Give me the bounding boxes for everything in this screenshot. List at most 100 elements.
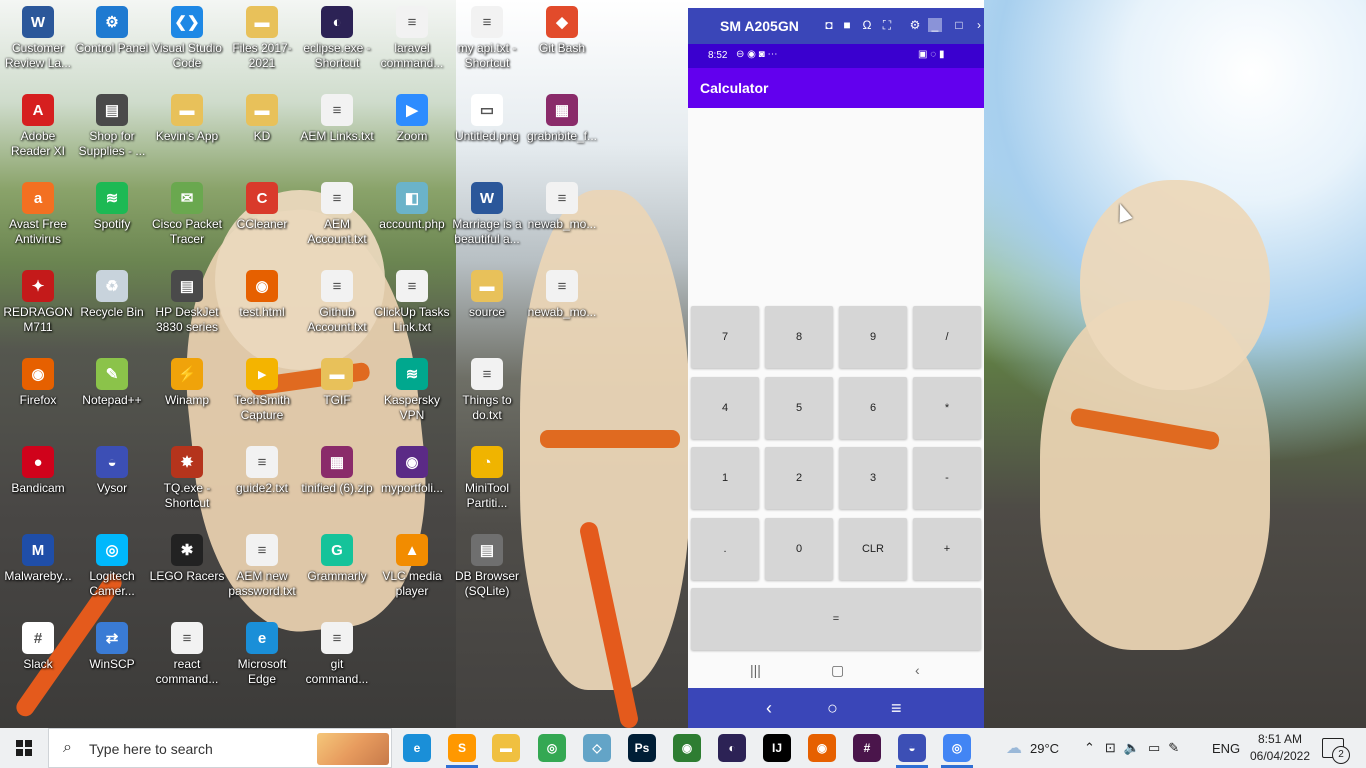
desktop-icon[interactable]: ≡ AEM Account.txt: [299, 182, 375, 247]
key-equals[interactable]: =: [691, 588, 981, 650]
calculator-key[interactable]: 3: [839, 447, 907, 509]
vysor-home-icon[interactable]: ○: [827, 698, 838, 719]
battery-icon[interactable]: ▭: [1148, 740, 1160, 756]
vysor-back-icon[interactable]: ‹: [766, 698, 772, 719]
desktop-icon[interactable]: ▤ DB Browser (SQLite): [449, 534, 525, 599]
calculator-key[interactable]: 5: [765, 376, 833, 439]
sublime-taskbar-icon[interactable]: S: [448, 734, 476, 762]
vysor-window[interactable]: SM A205GN ◘ ■ Ω ⛶ ⚙ _ □ › 8:52 ⊖ ◉ ◙ ⋯ ▣…: [688, 8, 984, 728]
recent-apps-icon[interactable]: |||: [750, 662, 761, 678]
desktop-icon[interactable]: ≡ guide2.txt: [224, 446, 300, 496]
desktop-icon[interactable]: ◧ account.php: [374, 182, 450, 232]
desktop-icon[interactable]: ≡ newab_mo...: [524, 270, 600, 320]
settings-icon[interactable]: ⚙: [908, 18, 922, 32]
desktop-icon[interactable]: ✎ Notepad++: [74, 358, 150, 408]
firefox-taskbar-icon[interactable]: ◉: [808, 734, 836, 762]
desktop-icon[interactable]: ≋ Kaspersky VPN: [374, 358, 450, 423]
usb-icon[interactable]: ⊡: [1105, 740, 1116, 756]
desktop-icon[interactable]: ▭ Untitled.png: [449, 94, 525, 144]
file-explorer-taskbar-icon[interactable]: ▬: [492, 734, 520, 762]
desktop-icon[interactable]: ⚙ Control Panel: [74, 6, 150, 56]
calculator-key[interactable]: 1: [691, 447, 759, 509]
desktop-icon[interactable]: ◉ Firefox: [0, 358, 76, 408]
calculator-key[interactable]: -: [913, 447, 981, 509]
chrome-taskbar-icon[interactable]: ◎: [538, 734, 566, 762]
desktop-icon[interactable]: ≡ Github Account.txt: [299, 270, 375, 335]
eclipse-taskbar-icon[interactable]: ◐: [718, 734, 746, 762]
desktop-icon[interactable]: ≡ Things to do.txt: [449, 358, 525, 423]
system-clock[interactable]: 8:51 AM 06/04/2022: [1244, 731, 1316, 765]
desktop-icon[interactable]: ✸ TQ.exe - Shortcut: [149, 446, 225, 511]
desktop-icon[interactable]: ◐ eclipse.exe - Shortcut: [299, 6, 375, 71]
desktop-icon[interactable]: ◒ Vysor: [74, 446, 150, 496]
headphones-icon[interactable]: Ω: [860, 18, 874, 32]
camera-icon[interactable]: ◘: [822, 18, 836, 32]
calculator-key[interactable]: +: [913, 517, 981, 580]
desktop-icon[interactable]: ⚡ Winamp: [149, 358, 225, 408]
desktop-icon[interactable]: ▬ Kevin's App: [149, 94, 225, 144]
calculator-key[interactable]: 9: [839, 306, 907, 368]
desktop-icon[interactable]: e Microsoft Edge: [224, 622, 300, 687]
desktop-icon[interactable]: ≡ laravel command...: [374, 6, 450, 71]
desktop-icon[interactable]: ▲ VLC media player: [374, 534, 450, 599]
edge-taskbar-icon[interactable]: e: [403, 734, 431, 762]
desktop-icon[interactable]: ▬ source: [449, 270, 525, 320]
home-icon[interactable]: ▢: [831, 662, 844, 679]
desktop-icon[interactable]: ❮❯ Visual Studio Code: [149, 6, 225, 71]
desktop-icon[interactable]: M Malwareby...: [0, 534, 76, 584]
photoshop-taskbar-icon[interactable]: Ps: [628, 734, 656, 762]
desktop-icon[interactable]: ≡ ClickUp Tasks Link.txt: [374, 270, 450, 335]
vysor-menu-icon[interactable]: ≡: [891, 698, 902, 719]
desktop-icon[interactable]: ▶ Zoom: [374, 94, 450, 144]
pen-icon[interactable]: ✎: [1168, 740, 1179, 756]
chevron-up-icon[interactable]: ⌃: [1084, 740, 1095, 756]
desktop-icon[interactable]: ◉ test.html: [224, 270, 300, 320]
desktop-icon[interactable]: ⇄ WinSCP: [74, 622, 150, 672]
desktop-icon[interactable]: ▦ grabnbite_f...: [524, 94, 600, 144]
desktop-icon[interactable]: ♻ Recycle Bin: [74, 270, 150, 320]
desktop-icon[interactable]: ◉ myportfoli...: [374, 446, 450, 496]
chrome2-taskbar-icon[interactable]: ◎: [943, 734, 971, 762]
desktop-icon[interactable]: ≡ AEM new password.txt: [224, 534, 300, 599]
calculator-key[interactable]: 2: [765, 447, 833, 509]
desktop-icon[interactable]: a Avast Free Antivirus: [0, 182, 76, 247]
desktop-icon[interactable]: ◎ Logitech Camer...: [74, 534, 150, 599]
desktop-icon[interactable]: ≋ Spotify: [74, 182, 150, 232]
desktop-icon[interactable]: # Slack: [0, 622, 76, 672]
desktop-icon[interactable]: ≡ AEM Links.txt: [299, 94, 375, 144]
language-indicator[interactable]: ENG: [1212, 728, 1240, 768]
desktop-icon[interactable]: ✱ LEGO Racers: [149, 534, 225, 584]
maps-taskbar-icon[interactable]: ◉: [673, 734, 701, 762]
desktop-icon[interactable]: ▤ HP DeskJet 3830 series: [149, 270, 225, 335]
calculator-key[interactable]: 7: [691, 306, 759, 368]
video-icon[interactable]: ■: [840, 18, 854, 32]
calculator-key[interactable]: 6: [839, 376, 907, 439]
calculator-key[interactable]: *: [913, 376, 981, 439]
desktop-icon[interactable]: W Customer Review La...: [0, 6, 76, 71]
desktop-icon[interactable]: C CCleaner: [224, 182, 300, 232]
minimize-icon[interactable]: _: [928, 18, 942, 32]
desktop-icon[interactable]: ≡ my api.txt - Shortcut: [449, 6, 525, 71]
desktop-icon[interactable]: ◔ MiniTool Partiti...: [449, 446, 525, 511]
desktop-icon[interactable]: ▦ tinified (6).zip: [299, 446, 375, 496]
calculator-key[interactable]: CLR: [839, 517, 907, 580]
desktop-icon[interactable]: ▸ TechSmith Capture: [224, 358, 300, 423]
desktop-icon[interactable]: W Marriage is a beautiful a...: [449, 182, 525, 247]
volume-icon[interactable]: 🔈: [1124, 740, 1140, 756]
desktop-icon[interactable]: ▬ Files 2017-2021: [224, 6, 300, 71]
vysor-title-bar[interactable]: SM A205GN ◘ ■ Ω ⛶ ⚙ _ □ ›: [688, 8, 984, 44]
calculator-key[interactable]: .: [691, 517, 759, 580]
close-icon[interactable]: ›: [972, 18, 986, 32]
weather-widget[interactable]: ☁ 29°C: [1006, 728, 1059, 768]
calculator-key[interactable]: 0: [765, 517, 833, 580]
slack-taskbar-icon[interactable]: #: [853, 734, 881, 762]
desktop-icon[interactable]: G Grammarly: [299, 534, 375, 584]
app-taskbar-icon[interactable]: ◇: [583, 734, 611, 762]
desktop-icon[interactable]: ◆ Git Bash: [524, 6, 600, 56]
vysor-taskbar-icon[interactable]: ◒: [898, 734, 926, 762]
desktop-icon[interactable]: ▤ Shop for Supplies - ...: [74, 94, 150, 159]
desktop-icon[interactable]: ≡ newab_mo...: [524, 182, 600, 232]
desktop-icon[interactable]: ● Bandicam: [0, 446, 76, 496]
intellij-taskbar-icon[interactable]: IJ: [763, 734, 791, 762]
start-button[interactable]: [0, 728, 48, 768]
